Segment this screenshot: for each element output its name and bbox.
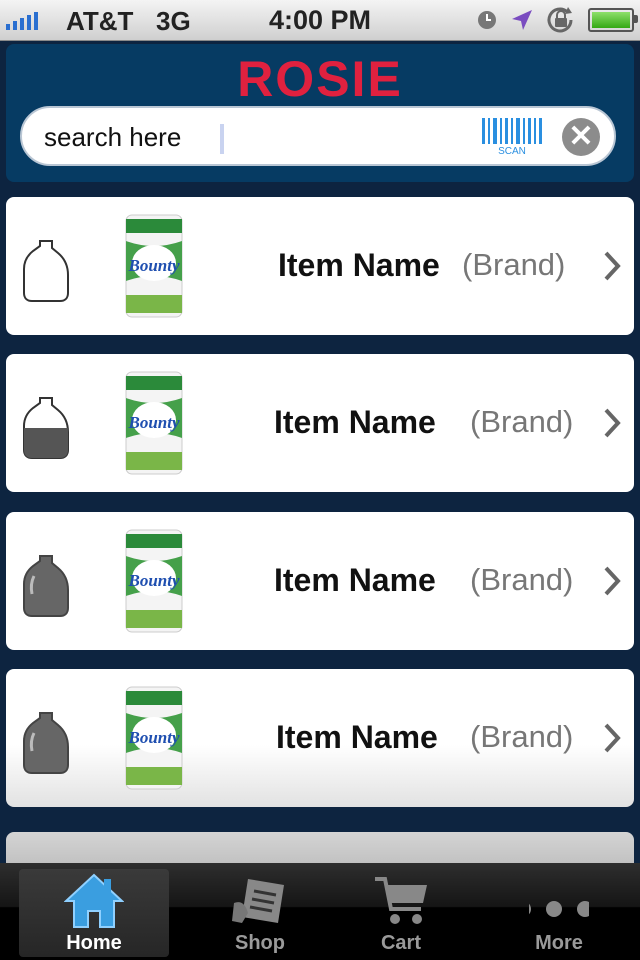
item-brand: (Brand)	[470, 719, 574, 754]
chevron-right-icon	[604, 251, 621, 281]
cart-icon	[375, 877, 427, 924]
svg-text:Bounty: Bounty	[127, 571, 179, 590]
item-brand: (Brand)	[470, 562, 574, 597]
jug-full-icon	[23, 555, 69, 617]
more-icon	[529, 901, 589, 917]
search-input[interactable]	[42, 116, 446, 158]
tab-cart[interactable]: Cart	[326, 869, 476, 957]
barcode-scan-icon[interactable]: SCAN	[480, 116, 544, 156]
tab-cart-label: Cart	[380, 932, 421, 954]
paper-towel-image: Bounty	[125, 686, 183, 790]
svg-text:Bounty: Bounty	[127, 728, 179, 747]
tab-more-label: More	[535, 932, 583, 954]
rosie-logo: ROSIE	[237, 51, 403, 107]
paper-towel-image: Bounty	[125, 214, 183, 318]
tab-bar: Home Shop Cart More	[0, 863, 640, 960]
search-bar[interactable]: SCAN ✕	[20, 106, 616, 166]
jug-half-icon	[23, 397, 69, 459]
chevron-right-icon	[604, 408, 621, 438]
scan-label: SCAN	[498, 146, 526, 156]
shop-icon	[232, 879, 284, 923]
list-item[interactable]: Bounty Item Name (Brand)	[6, 354, 634, 492]
list-item[interactable]: Bounty Item Name (Brand)	[6, 197, 634, 335]
item-name: Item Name	[278, 247, 440, 283]
svg-text:Bounty: Bounty	[127, 256, 179, 275]
tab-more[interactable]: More	[484, 869, 634, 957]
chevron-right-icon	[604, 723, 621, 753]
item-name: Item Name	[274, 562, 436, 598]
item-brand: (Brand)	[470, 404, 574, 439]
chevron-right-icon	[604, 566, 621, 596]
jug-empty-icon	[23, 240, 69, 302]
tab-shop[interactable]: Shop	[185, 869, 335, 957]
status-bar: AT&T 3G 4:00 PM	[0, 0, 640, 41]
list-item[interactable]: Bounty Item Name (Brand)	[6, 669, 634, 807]
paper-towel-image: Bounty	[125, 529, 183, 633]
battery-icon	[588, 8, 638, 32]
list-item[interactable]: Bounty Item Name (Brand)	[6, 512, 634, 650]
jug-full-icon	[23, 712, 69, 774]
item-name: Item Name	[276, 719, 438, 755]
clock-icon	[478, 11, 496, 29]
tab-home-label: Home	[66, 932, 122, 954]
svg-text:Bounty: Bounty	[127, 413, 179, 432]
item-brand: (Brand)	[462, 247, 566, 282]
rotation-lock-icon	[547, 7, 573, 33]
app-header: ROSIE SCAN ✕	[6, 44, 634, 182]
home-icon	[64, 873, 124, 928]
paper-towel-image: Bounty	[125, 371, 183, 475]
text-cursor	[220, 124, 224, 154]
clear-search-button[interactable]: ✕	[562, 118, 600, 156]
location-icon	[512, 10, 532, 30]
item-name: Item Name	[274, 404, 436, 440]
tab-shop-label: Shop	[235, 932, 285, 954]
tab-home[interactable]: Home	[19, 869, 169, 957]
